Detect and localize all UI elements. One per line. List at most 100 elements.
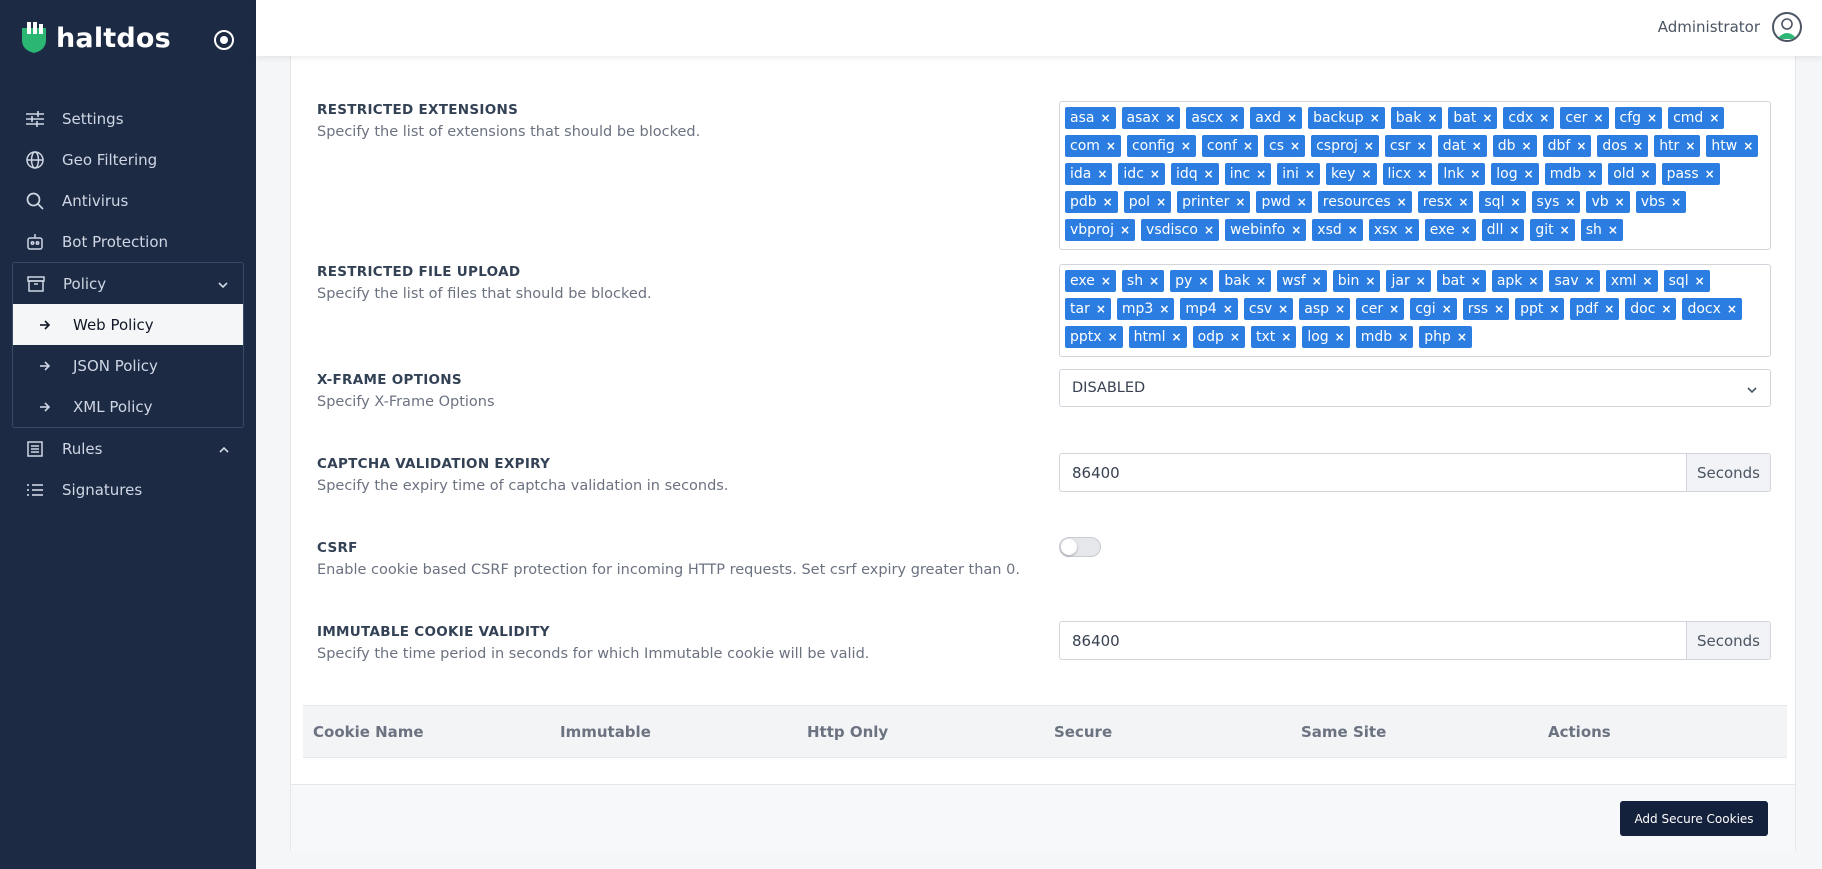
remove-tag-icon[interactable]: × bbox=[1230, 330, 1240, 344]
remove-tag-icon[interactable]: × bbox=[1633, 139, 1643, 153]
remove-tag-icon[interactable]: × bbox=[1204, 223, 1214, 237]
remove-tag-icon[interactable]: × bbox=[1705, 167, 1715, 181]
user-menu[interactable]: Administrator bbox=[1658, 12, 1802, 42]
remove-tag-icon[interactable]: × bbox=[1743, 139, 1753, 153]
sidebar-item-settings[interactable]: Settings bbox=[0, 98, 256, 139]
remove-tag-icon[interactable]: × bbox=[1229, 111, 1239, 125]
remove-tag-icon[interactable]: × bbox=[1427, 111, 1437, 125]
remove-tag-icon[interactable]: × bbox=[1615, 195, 1625, 209]
remove-tag-icon[interactable]: × bbox=[1181, 139, 1191, 153]
remove-tag-icon[interactable]: × bbox=[1108, 330, 1118, 344]
captcha-expiry-input[interactable]: 86400 bbox=[1060, 454, 1686, 491]
remove-tag-icon[interactable]: × bbox=[1565, 195, 1575, 209]
remove-tag-icon[interactable]: × bbox=[1149, 274, 1159, 288]
brand-logo[interactable]: haltdos bbox=[20, 22, 171, 54]
remove-tag-icon[interactable]: × bbox=[1100, 111, 1110, 125]
remove-tag-icon[interactable]: × bbox=[1461, 223, 1471, 237]
add-secure-cookies-button[interactable]: Add Secure Cookies bbox=[1620, 801, 1768, 836]
remove-tag-icon[interactable]: × bbox=[1661, 302, 1671, 316]
sidebar-toggle-icon[interactable] bbox=[214, 30, 234, 50]
remove-tag-icon[interactable]: × bbox=[1471, 274, 1481, 288]
remove-tag-icon[interactable]: × bbox=[1417, 167, 1427, 181]
remove-tag-icon[interactable]: × bbox=[1389, 302, 1399, 316]
remove-tag-icon[interactable]: × bbox=[1472, 139, 1482, 153]
remove-tag-icon[interactable]: × bbox=[1312, 274, 1322, 288]
remove-tag-icon[interactable]: × bbox=[1709, 111, 1719, 125]
remove-tag-icon[interactable]: × bbox=[1457, 330, 1467, 344]
remove-tag-icon[interactable]: × bbox=[1159, 302, 1169, 316]
restricted-extensions-tag-input[interactable]: asa × asax × ascx × axd × backup × bak × bat × cdx × cer… bbox=[1059, 101, 1771, 250]
remove-tag-icon[interactable]: × bbox=[1150, 167, 1160, 181]
sidebar-item-json-policy[interactable]: JSON Policy bbox=[13, 345, 243, 386]
remove-tag-icon[interactable]: × bbox=[1510, 195, 1520, 209]
remove-tag-icon[interactable]: × bbox=[1096, 302, 1106, 316]
sidebar-item-web-policy[interactable]: Web Policy bbox=[13, 304, 243, 345]
remove-tag-icon[interactable]: × bbox=[1120, 223, 1130, 237]
remove-tag-icon[interactable]: × bbox=[1593, 111, 1603, 125]
remove-tag-icon[interactable]: × bbox=[1335, 302, 1345, 316]
remove-tag-icon[interactable]: × bbox=[1398, 330, 1408, 344]
remove-tag-icon[interactable]: × bbox=[1364, 139, 1374, 153]
remove-tag-icon[interactable]: × bbox=[1223, 302, 1233, 316]
remove-tag-icon[interactable]: × bbox=[1097, 167, 1107, 181]
remove-tag-icon[interactable]: × bbox=[1335, 330, 1345, 344]
remove-tag-icon[interactable]: × bbox=[1235, 195, 1245, 209]
remove-tag-icon[interactable]: × bbox=[1278, 302, 1288, 316]
remove-tag-icon[interactable]: × bbox=[1156, 195, 1166, 209]
remove-tag-icon[interactable]: × bbox=[1291, 223, 1301, 237]
sidebar-item-rules[interactable]: Rules bbox=[0, 428, 256, 469]
remove-tag-icon[interactable]: × bbox=[1470, 167, 1480, 181]
remove-tag-icon[interactable]: × bbox=[1528, 274, 1538, 288]
sidebar-item-signatures[interactable]: Signatures bbox=[0, 469, 256, 510]
remove-tag-icon[interactable]: × bbox=[1204, 167, 1214, 181]
immutable-cookie-input[interactable]: 86400 bbox=[1060, 622, 1686, 659]
remove-tag-icon[interactable]: × bbox=[1397, 195, 1407, 209]
remove-tag-icon[interactable]: × bbox=[1549, 302, 1559, 316]
remove-tag-icon[interactable]: × bbox=[1305, 167, 1315, 181]
remove-tag-icon[interactable]: × bbox=[1539, 111, 1549, 125]
restricted-file-upload-tag-input[interactable]: exe × sh × py × bak × wsf × bin × jar × bat × apk × sav × xm… bbox=[1059, 264, 1771, 357]
remove-tag-icon[interactable]: × bbox=[1370, 111, 1380, 125]
remove-tag-icon[interactable]: × bbox=[1106, 139, 1116, 153]
remove-tag-icon[interactable]: × bbox=[1287, 111, 1297, 125]
remove-tag-icon[interactable]: × bbox=[1482, 111, 1492, 125]
remove-tag-icon[interactable]: × bbox=[1585, 274, 1595, 288]
remove-tag-icon[interactable]: × bbox=[1671, 195, 1681, 209]
xframe-options-select[interactable]: DISABLED bbox=[1059, 369, 1771, 407]
remove-tag-icon[interactable]: × bbox=[1494, 302, 1504, 316]
remove-tag-icon[interactable]: × bbox=[1361, 167, 1371, 181]
sidebar-item-bot-protection[interactable]: Bot Protection bbox=[0, 221, 256, 262]
remove-tag-icon[interactable]: × bbox=[1604, 302, 1614, 316]
remove-tag-icon[interactable]: × bbox=[1608, 223, 1618, 237]
remove-tag-icon[interactable]: × bbox=[1256, 167, 1266, 181]
remove-tag-icon[interactable]: × bbox=[1695, 274, 1705, 288]
remove-tag-icon[interactable]: × bbox=[1256, 274, 1266, 288]
remove-tag-icon[interactable]: × bbox=[1416, 274, 1426, 288]
sidebar-item-xml-policy[interactable]: XML Policy bbox=[13, 386, 243, 427]
remove-tag-icon[interactable]: × bbox=[1165, 111, 1175, 125]
remove-tag-icon[interactable]: × bbox=[1243, 139, 1253, 153]
sidebar-item-policy[interactable]: Policy bbox=[13, 263, 243, 304]
sidebar-item-antivirus[interactable]: Antivirus bbox=[0, 180, 256, 221]
remove-tag-icon[interactable]: × bbox=[1172, 330, 1182, 344]
remove-tag-icon[interactable]: × bbox=[1290, 139, 1300, 153]
csrf-toggle[interactable] bbox=[1059, 537, 1101, 557]
remove-tag-icon[interactable]: × bbox=[1297, 195, 1307, 209]
remove-tag-icon[interactable]: × bbox=[1348, 223, 1358, 237]
remove-tag-icon[interactable]: × bbox=[1417, 139, 1427, 153]
remove-tag-icon[interactable]: × bbox=[1641, 167, 1651, 181]
remove-tag-icon[interactable]: × bbox=[1587, 167, 1597, 181]
remove-tag-icon[interactable]: × bbox=[1458, 195, 1468, 209]
remove-tag-icon[interactable]: × bbox=[1442, 302, 1452, 316]
remove-tag-icon[interactable]: × bbox=[1404, 223, 1414, 237]
remove-tag-icon[interactable]: × bbox=[1560, 223, 1570, 237]
remove-tag-icon[interactable]: × bbox=[1524, 167, 1534, 181]
remove-tag-icon[interactable]: × bbox=[1509, 223, 1519, 237]
remove-tag-icon[interactable]: × bbox=[1522, 139, 1532, 153]
remove-tag-icon[interactable]: × bbox=[1198, 274, 1208, 288]
remove-tag-icon[interactable]: × bbox=[1685, 139, 1695, 153]
remove-tag-icon[interactable]: × bbox=[1643, 274, 1653, 288]
remove-tag-icon[interactable]: × bbox=[1647, 111, 1657, 125]
remove-tag-icon[interactable]: × bbox=[1365, 274, 1375, 288]
sidebar-item-geo-filtering[interactable]: Geo Filtering bbox=[0, 139, 256, 180]
